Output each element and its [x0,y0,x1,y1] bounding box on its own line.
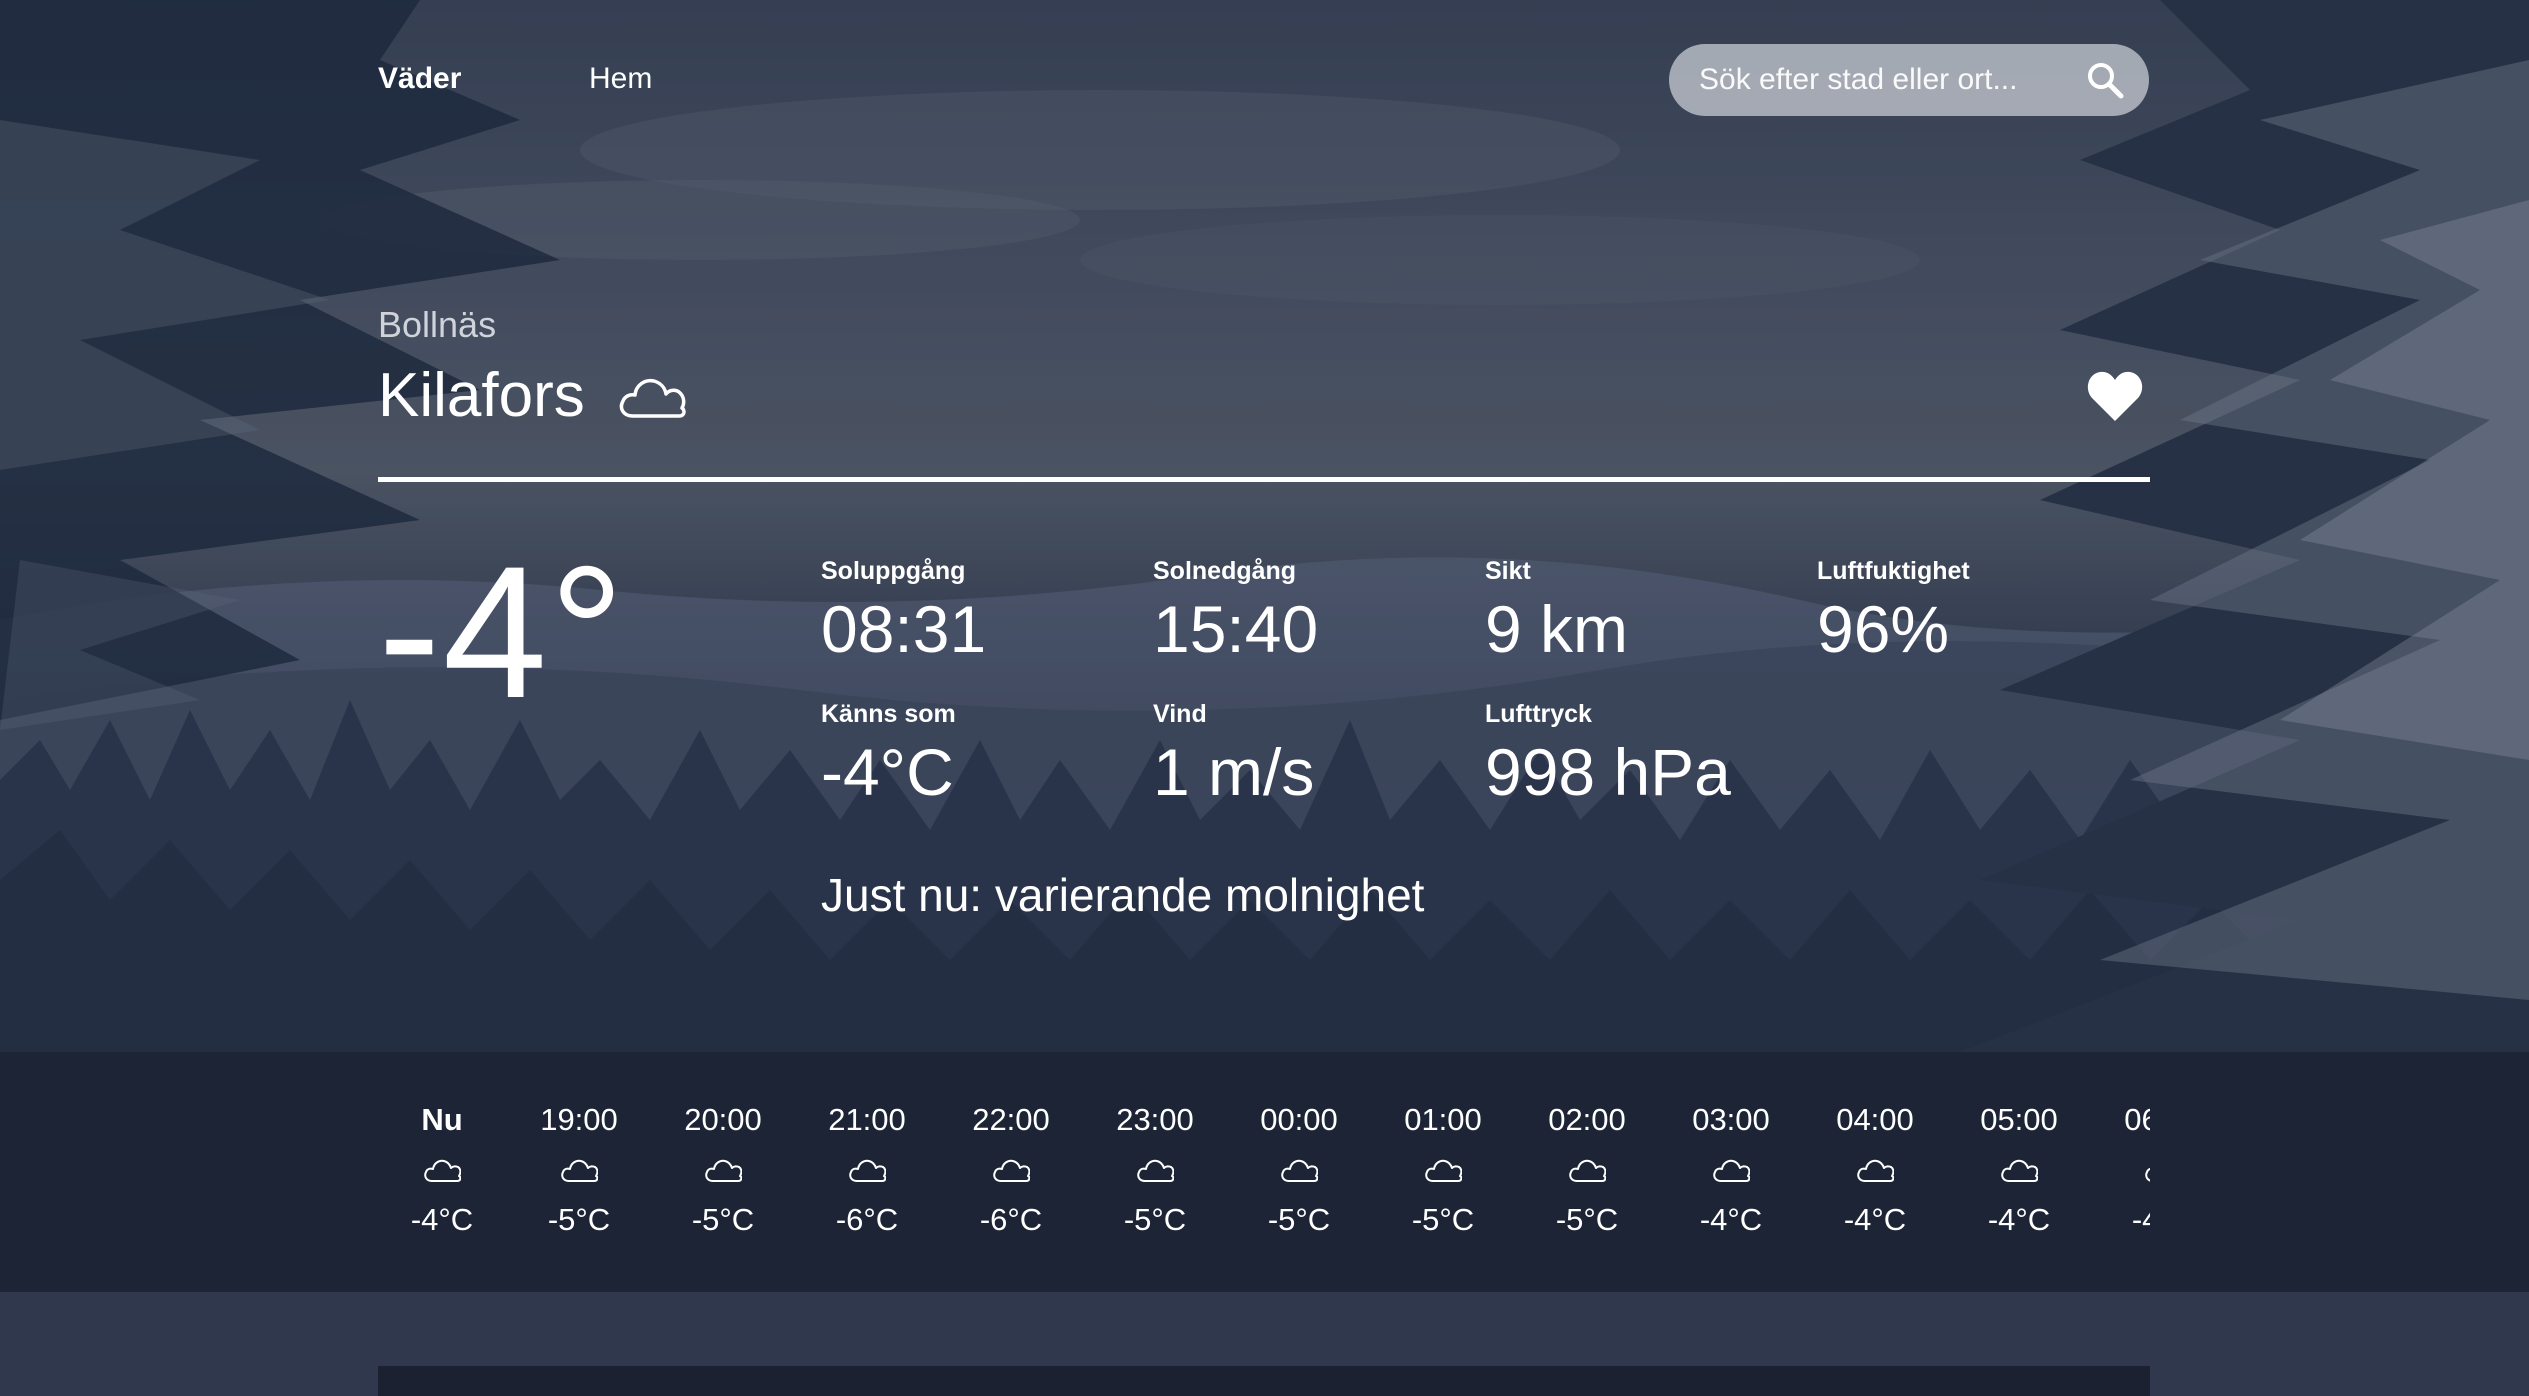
search-icon[interactable] [2085,60,2125,100]
hourly-time: Nu [421,1102,463,1137]
hourly-temperature: -5°C [1267,1202,1331,1237]
cloud-icon [619,378,686,418]
hourly-time: 03:00 [1692,1102,1770,1137]
hourly-temperature: -6°C [835,1202,899,1237]
cloud-icon [1281,1159,1318,1182]
hourly-temperature: -6°C [979,1202,1043,1237]
current-summary: Just nu: varierande molnighet [821,869,1425,921]
place-header: Kilafors [378,360,687,431]
cloud-icon [705,1159,742,1182]
stat-value: 08:31 [821,592,987,666]
hourly-item: 01:00 -5°C [1383,1052,1503,1238]
hourly-item: 03:00 -4°C [1671,1052,1791,1238]
stat-label: Luftfuktighet [1817,557,1970,585]
hourly-time: 21:00 [828,1102,906,1137]
hourly-item: Nu -4°C [382,1052,502,1238]
cloud-icon [1857,1159,1894,1182]
region-name: Bollnäs [378,304,497,345]
hourly-temperature: -5°C [547,1202,611,1237]
hourly-time: 19:00 [540,1102,618,1137]
stat-label: Sikt [1485,557,1531,585]
cloud-icon [2145,1167,2150,1182]
hourly-item: 23:00 -5°C [1095,1052,1215,1238]
nav-home-link[interactable]: Hem [589,62,652,96]
hourly-item: 22:00 -6°C [951,1052,1071,1238]
hourly-time: 20:00 [684,1102,762,1137]
hourly-item: 04:00 -4°C [1815,1052,1935,1238]
cloud-icon [1425,1159,1462,1182]
hourly-temperature: -4°C [410,1202,474,1237]
search-input[interactable] [1699,63,2085,97]
hourly-temperature: -5°C [1123,1202,1187,1237]
nav-brand-link[interactable]: Väder [378,62,461,96]
cloud-icon [424,1159,461,1182]
stat-sunset: Solnedgång 15:40 [1153,557,1318,662]
stat-value: 15:40 [1153,592,1319,666]
header-divider [378,477,2150,482]
stat-label: Soluppgång [821,557,966,585]
heart-icon[interactable] [2086,368,2144,424]
cloud-icon [1137,1159,1174,1182]
place-name: Kilafors [378,361,585,430]
cloud-icon [561,1159,598,1182]
hourly-temperature: -4°C [1699,1202,1763,1237]
hourly-item: 02:00 -5°C [1527,1052,1647,1238]
stat-value: 1 m/s [1153,735,1315,809]
hourly-item: 20:00 -5°C [663,1052,783,1238]
stat-label: Lufttryck [1485,700,1592,728]
cloud-icon [1713,1159,1750,1182]
cloud-icon [993,1159,1030,1182]
hourly-temperature: -4°C [1987,1202,2051,1237]
hourly-time: 01:00 [1404,1102,1482,1137]
stat-visibility: Sikt 9 km [1485,557,1628,662]
hourly-item: 06:00 -4°C [2103,1052,2150,1238]
hourly-list[interactable]: Nu -4°C 19:00 -5°C 20:00 -5°C 21:00 -6°C 22:00 -6… [378,1052,2150,1292]
current-temperature: -4° [378,527,627,737]
cloud-icon [1569,1159,1606,1182]
hourly-item: 21:00 -6°C [807,1052,927,1238]
search-bar [1669,44,2149,116]
hourly-time: 04:00 [1836,1102,1914,1137]
hourly-time: 22:00 [972,1102,1050,1137]
hourly-time: 23:00 [1116,1102,1194,1137]
hourly-forecast: Nu -4°C 19:00 -5°C 20:00 -5°C 21:00 -6°C 22:00 -6… [0,1052,2529,1292]
stat-pressure: Lufttryck 998 hPa [1485,700,1731,805]
stat-label: Solnedgång [1153,557,1297,585]
cloud-icon [2001,1159,2038,1182]
stat-feels-like: Känns som -4°C [821,700,956,805]
hourly-temperature: -5°C [1411,1202,1475,1237]
stat-value: 998 hPa [1485,735,1731,809]
hourly-time: 06:00 [2124,1102,2150,1137]
stat-value: -4°C [821,735,954,809]
content-card [378,1366,2150,1396]
hourly-temperature: -5°C [691,1202,755,1237]
hourly-item: 19:00 -5°C [519,1052,639,1238]
hourly-temperature: -4°C [1843,1202,1907,1237]
stat-humidity: Luftfuktighet 96% [1817,557,1970,662]
cloud-icon [849,1159,886,1182]
hourly-temperature: -5°C [1555,1202,1619,1237]
stat-wind: Vind 1 m/s [1153,700,1314,805]
hourly-time: 05:00 [1980,1102,2058,1137]
hourly-item: 00:00 -5°C [1239,1052,1359,1238]
stat-value: 9 km [1485,592,1629,666]
hourly-time: 02:00 [1548,1102,1626,1137]
stat-label: Vind [1153,700,1207,728]
hourly-time: 00:00 [1260,1102,1338,1137]
stat-label: Känns som [821,700,956,728]
stat-sunrise: Soluppgång 08:31 [821,557,986,662]
hourly-item: 05:00 -4°C [1959,1052,2079,1238]
stat-value: 96% [1817,592,1950,666]
hourly-temperature: -4°C [2131,1202,2150,1237]
